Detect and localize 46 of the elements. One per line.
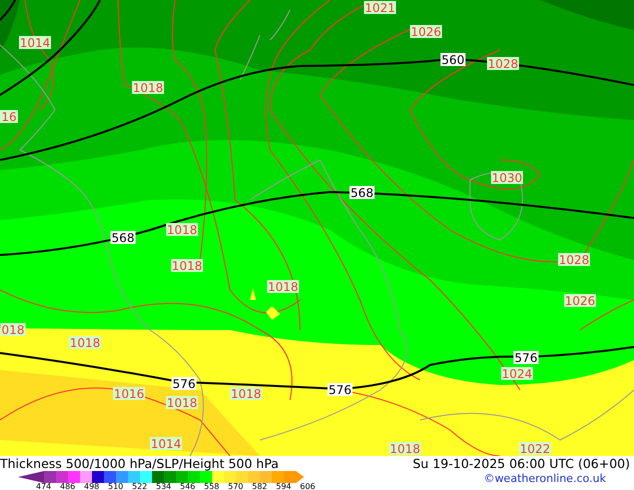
pressure-label: 1030: [491, 171, 523, 185]
legend-tick-label: 486: [60, 483, 76, 490]
pressure-label: 1018: [132, 81, 164, 95]
pressure-label: 1028: [487, 57, 519, 71]
left-arrow-icon: [18, 471, 44, 483]
pressure-label: 1018: [230, 387, 262, 401]
pressure-label: 1018: [166, 223, 198, 237]
legend-tick-label: 498: [84, 483, 100, 490]
pressure-label: 1026: [564, 294, 596, 308]
pressure-label: 16: [0, 110, 18, 124]
pressure-label: 1028: [558, 253, 590, 267]
pressure-label: 1026: [410, 25, 442, 39]
pressure-label: 1018: [389, 442, 421, 456]
legend-tick-label: 474: [36, 483, 52, 490]
thickness-label: 568: [350, 186, 374, 200]
legend-tick-label: 534: [156, 483, 172, 490]
chart-title: Thickness 500/1000 hPa/SLP/Height 500 hPa: [0, 456, 279, 471]
legend-tick-label: 522: [132, 483, 148, 490]
pressure-label: 1018: [171, 259, 203, 273]
pressure-label: 018: [0, 323, 26, 337]
thickness-label: 560: [440, 53, 466, 67]
pressure-label: 1014: [150, 437, 182, 451]
thickness-label: 576: [172, 377, 196, 391]
pressure-label: 1014: [19, 36, 51, 50]
legend-tick-label: 546: [180, 483, 196, 490]
thickness-label: 576: [328, 383, 352, 397]
pressure-label: 1018: [166, 396, 198, 410]
legend-tick-label: 558: [204, 483, 220, 490]
pressure-label: 1024: [501, 367, 533, 381]
thickness-patch: [266, 306, 280, 320]
pressure-label: 1016: [113, 387, 145, 401]
thickness-patch: [250, 288, 256, 300]
thickness-label: 576: [514, 351, 538, 365]
legend-tick-label: 570: [228, 483, 244, 490]
legend-tick-label: 594: [276, 483, 292, 490]
legend-tick-label: 510: [108, 483, 124, 490]
pressure-label: 1021: [364, 1, 396, 15]
valid-time: Su 19-10-2025 06:00 UTC (06+00): [412, 456, 630, 471]
pressure-label: 1018: [69, 336, 101, 350]
legend-tick-label: 582: [252, 483, 268, 490]
thickness-label: 568: [110, 231, 136, 245]
legend-tick-label: 606: [300, 483, 316, 490]
pressure-label: 1022: [519, 442, 551, 456]
right-arrow-icon: [296, 471, 304, 483]
credit-link[interactable]: ©weatheronline.co.uk: [484, 472, 606, 490]
pressure-label: 1018: [267, 280, 299, 294]
